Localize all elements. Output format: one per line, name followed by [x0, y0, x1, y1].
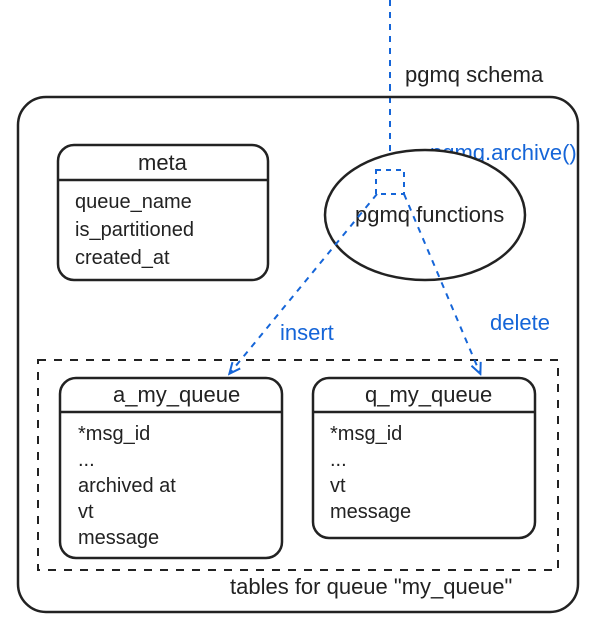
meta-field-2: created_at [75, 247, 170, 269]
meta-title: meta [138, 150, 188, 175]
a-field-0: *msg_id [78, 423, 150, 445]
insert-label: insert [280, 320, 334, 345]
q-field-2: vt [330, 475, 346, 497]
q-field-1: ... [330, 449, 347, 471]
functions-label: pgmq functions [355, 202, 504, 227]
q-table: q_my_queue *msg_id ... vt message [313, 378, 535, 538]
schema-label: pgmq schema [405, 62, 544, 87]
a-field-1: ... [78, 449, 95, 471]
q-field-0: *msg_id [330, 423, 402, 445]
meta-field-1: is_partitioned [75, 219, 194, 241]
meta-field-0: queue_name [75, 191, 192, 213]
meta-table: meta queue_name is_partitioned created_a… [58, 145, 268, 280]
q-title: q_my_queue [365, 382, 492, 407]
a-table: a_my_queue *msg_id ... archived at vt me… [60, 378, 282, 558]
q-field-3: message [330, 501, 411, 523]
a-title: a_my_queue [113, 382, 240, 407]
a-field-4: message [78, 527, 159, 549]
delete-label: delete [490, 310, 550, 335]
a-field-3: vt [78, 501, 94, 523]
a-field-2: archived at [78, 475, 176, 497]
tables-caption: tables for queue "my_queue" [230, 574, 512, 599]
